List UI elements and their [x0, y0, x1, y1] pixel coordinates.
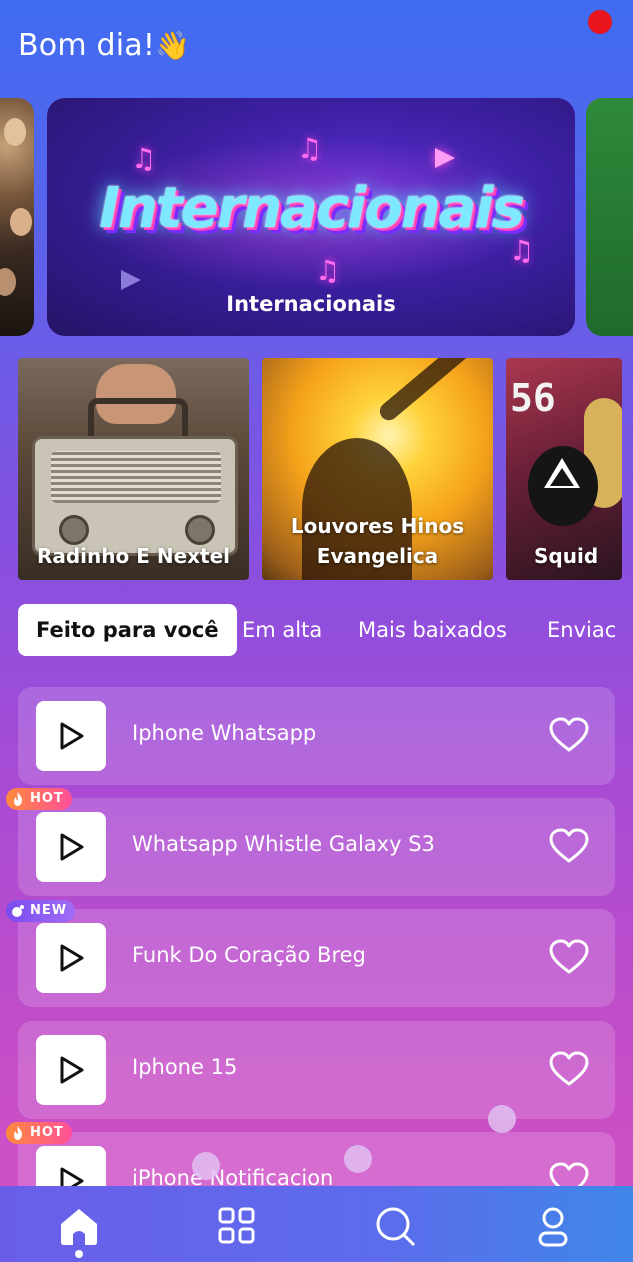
squid-number: 56 — [510, 376, 556, 420]
search-icon[interactable] — [373, 1204, 417, 1248]
hot-badge: HOT — [6, 1122, 72, 1144]
banner-next[interactable] — [586, 98, 633, 336]
category-card-louvores[interactable]: Louvores Hinos Evangelica — [262, 358, 493, 580]
favorite-heart-icon[interactable] — [549, 828, 589, 864]
ringtone-title: Whatsapp Whistle Galaxy S3 — [132, 832, 435, 856]
banner-previous[interactable] — [0, 98, 34, 336]
favorite-heart-icon[interactable] — [549, 717, 589, 753]
tab-enviados[interactable]: Enviac — [547, 604, 616, 656]
tab-mais-baixados[interactable]: Mais baixados — [358, 604, 507, 656]
favorite-heart-icon[interactable] — [549, 1051, 589, 1087]
category-label: Squid — [534, 544, 599, 568]
category-label-line1: Louvores Hinos — [290, 514, 465, 538]
active-tab-indicator — [75, 1250, 83, 1258]
new-badge: NEW — [6, 900, 76, 922]
profile-icon[interactable] — [531, 1204, 575, 1248]
play-button[interactable] — [36, 812, 106, 882]
play-button[interactable] — [36, 701, 106, 771]
flame-icon — [14, 1126, 22, 1140]
list-item[interactable]: Iphone Whatsapp — [18, 687, 615, 785]
grid-icon[interactable] — [215, 1204, 259, 1248]
tab-em-alta[interactable]: Em alta — [242, 604, 322, 656]
play-icon — [60, 944, 84, 972]
wave-icon: 👋 — [155, 29, 191, 62]
greeting-text: Bom dia! — [18, 28, 156, 63]
touch-indicator — [192, 1152, 220, 1180]
category-label: Radinho E Nextel — [36, 544, 231, 568]
flame-icon — [14, 792, 22, 806]
hot-badge: HOT — [6, 788, 72, 810]
play-icon — [60, 1056, 84, 1084]
tab-feito-para-voce[interactable]: Feito para você — [18, 604, 237, 656]
category-card-radinho[interactable]: Radinho E Nextel — [18, 358, 249, 580]
home-icon[interactable] — [57, 1204, 101, 1248]
banner-label: Internacionais — [226, 292, 396, 316]
music-note-icon: ♫ — [297, 132, 323, 165]
banner-title-art: Internacionais — [99, 176, 525, 241]
bottom-nav — [0, 1186, 633, 1262]
favorite-heart-icon[interactable] — [549, 939, 589, 975]
play-icon — [60, 833, 84, 861]
play-icon — [60, 722, 84, 750]
tab-bar: Feito para você Em alta Mais baixados En… — [0, 604, 633, 658]
music-note-icon: ♫ — [315, 254, 341, 287]
category-label-line2: Evangelica — [316, 544, 439, 568]
play-shape-icon — [121, 270, 141, 290]
category-card-squid[interactable]: 56 Squid — [506, 358, 622, 580]
play-shape-icon — [435, 148, 455, 168]
touch-indicator — [344, 1145, 372, 1173]
greeting: Bom dia!👋 — [18, 28, 190, 63]
list-item[interactable]: Iphone 15 — [18, 1021, 615, 1119]
touch-indicator — [488, 1105, 516, 1133]
list-item[interactable]: Whatsapp Whistle Galaxy S3 — [18, 798, 615, 896]
recording-indicator — [588, 10, 612, 34]
music-note-icon: ♫ — [131, 142, 157, 175]
ringtone-title: Funk Do Coração Breg — [132, 943, 366, 967]
ringtone-title: Iphone 15 — [132, 1055, 238, 1079]
play-button[interactable] — [36, 1035, 106, 1105]
ringtone-title: Iphone Whatsapp — [132, 721, 317, 745]
list-item[interactable]: Funk Do Coração Breg — [18, 909, 615, 1007]
sparkle-icon — [12, 905, 24, 917]
play-button[interactable] — [36, 923, 106, 993]
